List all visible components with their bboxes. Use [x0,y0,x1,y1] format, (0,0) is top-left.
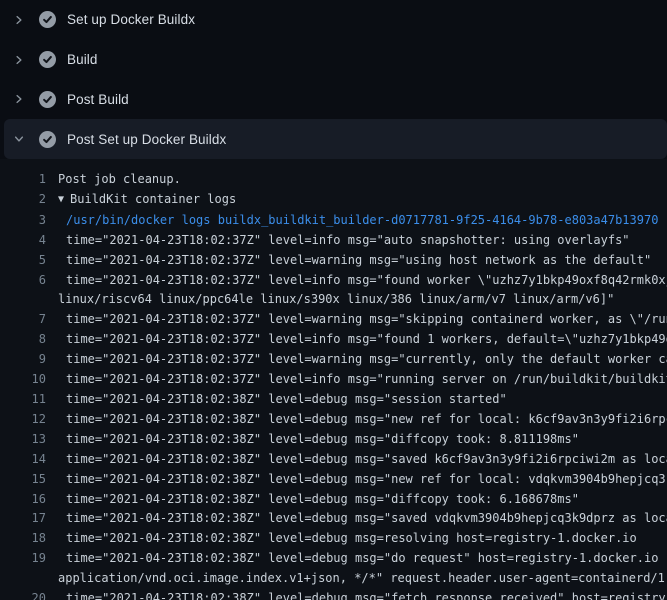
log-line-1: 1 Post job cleanup. [0,170,667,190]
log-line-number[interactable]: 16 [0,490,46,510]
log-line-14: 14 time="2021-04-23T18:02:38Z" level=debu… [0,450,667,470]
log-line-12: 12 time="2021-04-23T18:02:38Z" level=debu… [0,410,667,430]
log-line-number[interactable]: 2 [0,190,46,211]
log-line-number[interactable]: 15 [0,470,46,490]
check-circle-icon [39,91,56,108]
log-line-16: 16 time="2021-04-23T18:02:38Z" level=debu… [0,490,667,510]
log-line-18: 18 time="2021-04-23T18:02:38Z" level=debu… [0,529,667,549]
log-text: time="2021-04-23T18:02:38Z" level=debug … [58,410,667,430]
log-line-wrap: application/vnd.oci.image.index.v1+json,… [0,569,667,589]
group-expanded-triangle-icon[interactable]: ▼ [58,190,64,210]
log-line-number[interactable]: 12 [0,410,46,430]
log-text: time="2021-04-23T18:02:38Z" level=debug … [58,450,667,470]
log-line-15: 15 time="2021-04-23T18:02:38Z" level=debu… [0,470,667,490]
log-text: time="2021-04-23T18:02:37Z" level=warnin… [58,251,651,271]
log-line-2: 2 ▼ BuildKit container logs [0,190,667,211]
log-text: time="2021-04-23T18:02:38Z" level=debug … [58,470,667,490]
check-circle-icon [39,11,56,28]
log-text: time="2021-04-23T18:02:38Z" level=debug … [58,589,667,600]
log-text: time="2021-04-23T18:02:37Z" level=warnin… [58,350,667,370]
log-text: time="2021-04-23T18:02:38Z" level=debug … [58,490,579,510]
log-line-6: 6 time="2021-04-23T18:02:37Z" level=info … [0,271,667,291]
log-line-3: 3/usr/bin/docker logs buildx_buildkit_bu… [0,211,667,231]
log-line-19: 19 time="2021-04-23T18:02:38Z" level=debu… [0,549,667,569]
log-line-wrap: linux/riscv64 linux/ppc64le linux/s390x … [0,290,667,310]
log-line-number[interactable]: 11 [0,390,46,410]
log-line-4: 4 time="2021-04-23T18:02:37Z" level=info … [0,231,667,251]
step-header-set-up-docker-buildx[interactable]: Set up Docker Buildx [0,0,667,40]
log-group-header[interactable]: ▼ BuildKit container logs [58,190,236,211]
step-header-post-set-up-docker-buildx[interactable]: Post Set up Docker Buildx [4,119,667,159]
log-line-number[interactable]: 5 [0,251,46,271]
log-line-number[interactable]: 7 [0,310,46,330]
step-title: Build [67,52,98,67]
log-line-9: 9 time="2021-04-23T18:02:37Z" level=warni… [0,350,667,370]
log-panel: 1 Post job cleanup. 2 ▼ BuildKit container l… [0,159,667,600]
log-text: time="2021-04-23T18:02:37Z" level=info m… [58,370,667,390]
log-line-5: 5 time="2021-04-23T18:02:37Z" level=warni… [0,251,667,271]
step-title: Post Build [67,92,129,107]
log-group-title: BuildKit container logs [70,192,236,206]
log-text: Post job cleanup. [58,170,181,190]
check-circle-icon [39,131,56,148]
log-line-number[interactable]: 1 [0,170,46,190]
log-line-11: 11 time="2021-04-23T18:02:38Z" level=debu… [0,390,667,410]
log-line-number[interactable]: 3 [0,211,46,231]
log-text: time="2021-04-23T18:02:37Z" level=info m… [58,271,667,291]
log-line-number[interactable]: 9 [0,350,46,370]
step-header-post-build[interactable]: Post Build [0,80,667,120]
log-text: time="2021-04-23T18:02:38Z" level=debug … [58,430,579,450]
chevron-right-icon[interactable] [12,92,26,106]
log-line-number[interactable]: 6 [0,271,46,291]
chevron-right-icon[interactable] [12,13,26,27]
log-line-number[interactable]: 4 [0,231,46,251]
workflow-log-viewer: Set up Docker Buildx Build Post Build Post … [0,0,667,600]
log-line-8: 8 time="2021-04-23T18:02:37Z" level=info … [0,330,667,350]
step-header-build[interactable]: Build [0,40,667,80]
log-text: application/vnd.oci.image.index.v1+json,… [58,569,667,589]
log-line-17: 17 time="2021-04-23T18:02:38Z" level=debu… [0,509,667,529]
step-title: Post Set up Docker Buildx [67,132,226,147]
chevron-right-icon[interactable] [12,53,26,67]
log-text: time="2021-04-23T18:02:37Z" level=warnin… [58,310,667,330]
log-line-number[interactable]: 17 [0,509,46,529]
log-line-number[interactable]: 20 [0,589,46,600]
log-line-20: 20 time="2021-04-23T18:02:38Z" level=debu… [0,589,667,600]
log-text: linux/riscv64 linux/ppc64le linux/s390x … [58,290,614,310]
log-text: time="2021-04-23T18:02:38Z" level=debug … [58,529,637,549]
log-command-text: /usr/bin/docker logs buildx_buildkit_bui… [58,211,658,231]
log-text: time="2021-04-23T18:02:38Z" level=debug … [58,509,667,529]
log-text: time="2021-04-23T18:02:37Z" level=info m… [58,231,630,251]
log-text: time="2021-04-23T18:02:38Z" level=debug … [58,549,667,569]
log-line-number[interactable]: 19 [0,549,46,569]
log-line-number [0,569,46,589]
log-line-number[interactable]: 8 [0,330,46,350]
log-line-10: 10 time="2021-04-23T18:02:37Z" level=info… [0,370,667,390]
log-line-number [0,290,46,310]
log-line-number[interactable]: 13 [0,430,46,450]
log-text: time="2021-04-23T18:02:37Z" level=info m… [58,330,667,350]
log-line-number[interactable]: 14 [0,450,46,470]
log-line-number[interactable]: 10 [0,370,46,390]
check-circle-icon [39,51,56,68]
log-text: time="2021-04-23T18:02:38Z" level=debug … [58,390,507,410]
log-line-number[interactable]: 18 [0,529,46,549]
steps-list: Set up Docker Buildx Build Post Build Post … [0,0,667,159]
chevron-down-icon[interactable] [12,132,26,146]
log-line-13: 13 time="2021-04-23T18:02:38Z" level=debu… [0,430,667,450]
log-line-7: 7 time="2021-04-23T18:02:37Z" level=warni… [0,310,667,330]
step-title: Set up Docker Buildx [67,12,195,27]
